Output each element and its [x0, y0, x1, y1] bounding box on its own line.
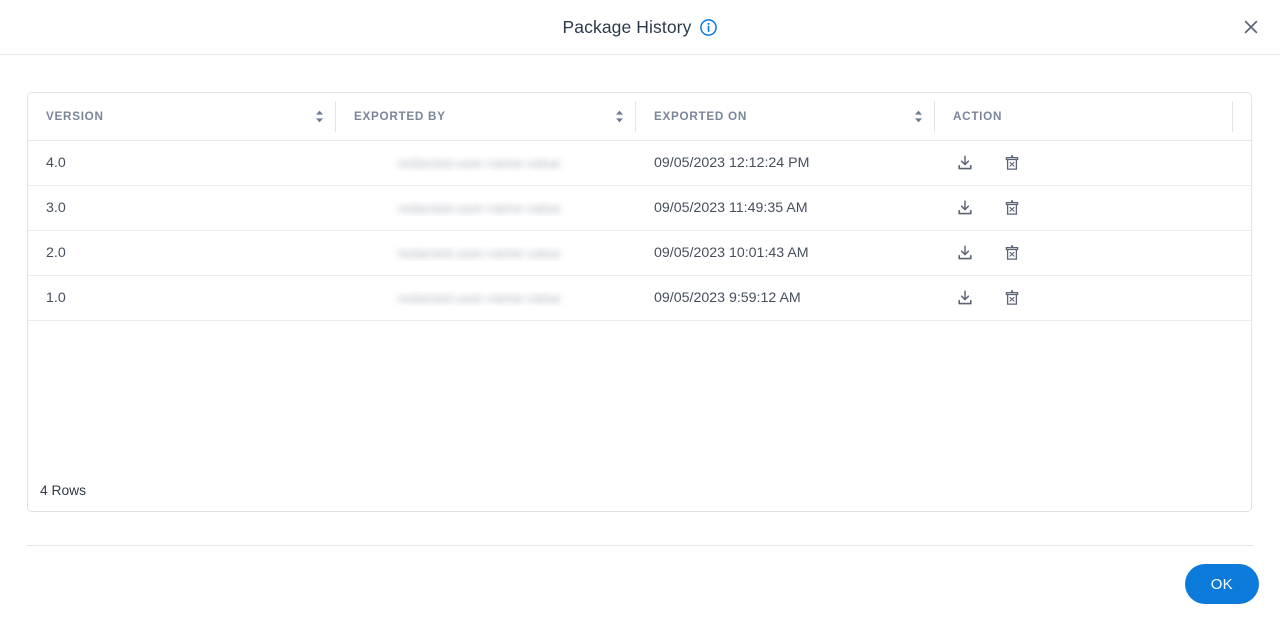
download-button[interactable] — [953, 196, 977, 220]
cell-action — [935, 151, 1233, 175]
redacted-user-value: redacted-user-name-value — [397, 290, 561, 306]
delete-icon — [1003, 199, 1021, 217]
cell-version: 4.0 — [46, 155, 66, 171]
table-body: 4.0 redacted-user-name-value 09/05/2023 … — [28, 141, 1251, 469]
delete-icon — [1003, 154, 1021, 172]
close-button[interactable] — [1235, 11, 1267, 43]
column-header-label: EXPORTED ON — [654, 110, 747, 123]
close-icon — [1243, 19, 1259, 35]
row-count-label: 4 Rows — [40, 482, 87, 498]
delete-icon — [1003, 244, 1021, 262]
ok-button[interactable]: OK — [1184, 564, 1259, 604]
download-button[interactable] — [953, 286, 977, 310]
delete-button[interactable] — [1000, 151, 1024, 175]
download-button[interactable] — [953, 241, 977, 265]
download-icon — [956, 199, 974, 217]
download-button[interactable] — [953, 151, 977, 175]
delete-icon — [1003, 289, 1021, 307]
cell-version: 2.0 — [46, 245, 66, 261]
table-row[interactable]: 4.0 redacted-user-name-value 09/05/2023 … — [28, 141, 1251, 186]
column-header-exported-by[interactable]: EXPORTED BY — [336, 93, 636, 140]
delete-button[interactable] — [1000, 196, 1024, 220]
download-icon — [956, 289, 974, 307]
dialog-title-group: Package History — [563, 17, 718, 38]
cell-exported-on: 09/05/2023 11:49:35 AM — [654, 200, 808, 216]
column-header-label: VERSION — [46, 110, 104, 123]
column-header-label: EXPORTED BY — [354, 110, 446, 123]
info-icon[interactable] — [700, 18, 718, 36]
delete-button[interactable] — [1000, 286, 1024, 310]
column-divider — [1232, 101, 1233, 132]
cell-exported-by: redacted-user-name-value — [336, 156, 636, 171]
table-row[interactable]: 2.0 redacted-user-name-value 09/05/2023 … — [28, 231, 1251, 276]
sort-arrows-icon[interactable] — [305, 110, 324, 123]
package-history-dialog: Package History VERSION EXPORTED BY EXPO… — [0, 0, 1280, 622]
cell-version: 3.0 — [46, 200, 66, 216]
table-row[interactable]: 3.0 redacted-user-name-value 09/05/2023 … — [28, 186, 1251, 231]
column-header-exported-on[interactable]: EXPORTED ON — [636, 93, 935, 140]
grid-footer: 4 Rows — [28, 469, 1251, 511]
sort-arrows-icon[interactable] — [605, 110, 624, 123]
footer-divider — [26, 545, 1254, 546]
dialog-actions: OK — [0, 546, 1280, 622]
redacted-user-value: redacted-user-name-value — [397, 155, 561, 171]
table-header-row: VERSION EXPORTED BY EXPORTED ON ACTION — [28, 93, 1251, 141]
cell-version: 1.0 — [46, 290, 66, 306]
cell-action — [935, 196, 1233, 220]
cell-action — [935, 286, 1233, 310]
column-header-action: ACTION — [935, 93, 1233, 140]
cell-exported-by: redacted-user-name-value — [336, 246, 636, 261]
cell-exported-on: 09/05/2023 9:59:12 AM — [654, 290, 801, 306]
cell-exported-by: redacted-user-name-value — [336, 291, 636, 306]
column-header-label: ACTION — [953, 110, 1003, 123]
download-icon — [956, 244, 974, 262]
cell-exported-on: 09/05/2023 10:01:43 AM — [654, 245, 809, 261]
column-header-version[interactable]: VERSION — [28, 93, 336, 140]
package-history-grid: VERSION EXPORTED BY EXPORTED ON ACTION 4… — [27, 92, 1252, 512]
cell-action — [935, 241, 1233, 265]
redacted-user-value: redacted-user-name-value — [397, 245, 561, 261]
sort-arrows-icon[interactable] — [904, 110, 923, 123]
cell-exported-by: redacted-user-name-value — [336, 201, 636, 216]
delete-button[interactable] — [1000, 241, 1024, 265]
cell-exported-on: 09/05/2023 12:12:24 PM — [654, 155, 810, 171]
download-icon — [956, 154, 974, 172]
page-title: Package History — [562, 16, 692, 37]
table-row[interactable]: 1.0 redacted-user-name-value 09/05/2023 … — [28, 276, 1251, 321]
redacted-user-value: redacted-user-name-value — [397, 200, 561, 216]
dialog-body: VERSION EXPORTED BY EXPORTED ON ACTION 4… — [0, 55, 1280, 546]
dialog-titlebar: Package History — [0, 0, 1280, 55]
